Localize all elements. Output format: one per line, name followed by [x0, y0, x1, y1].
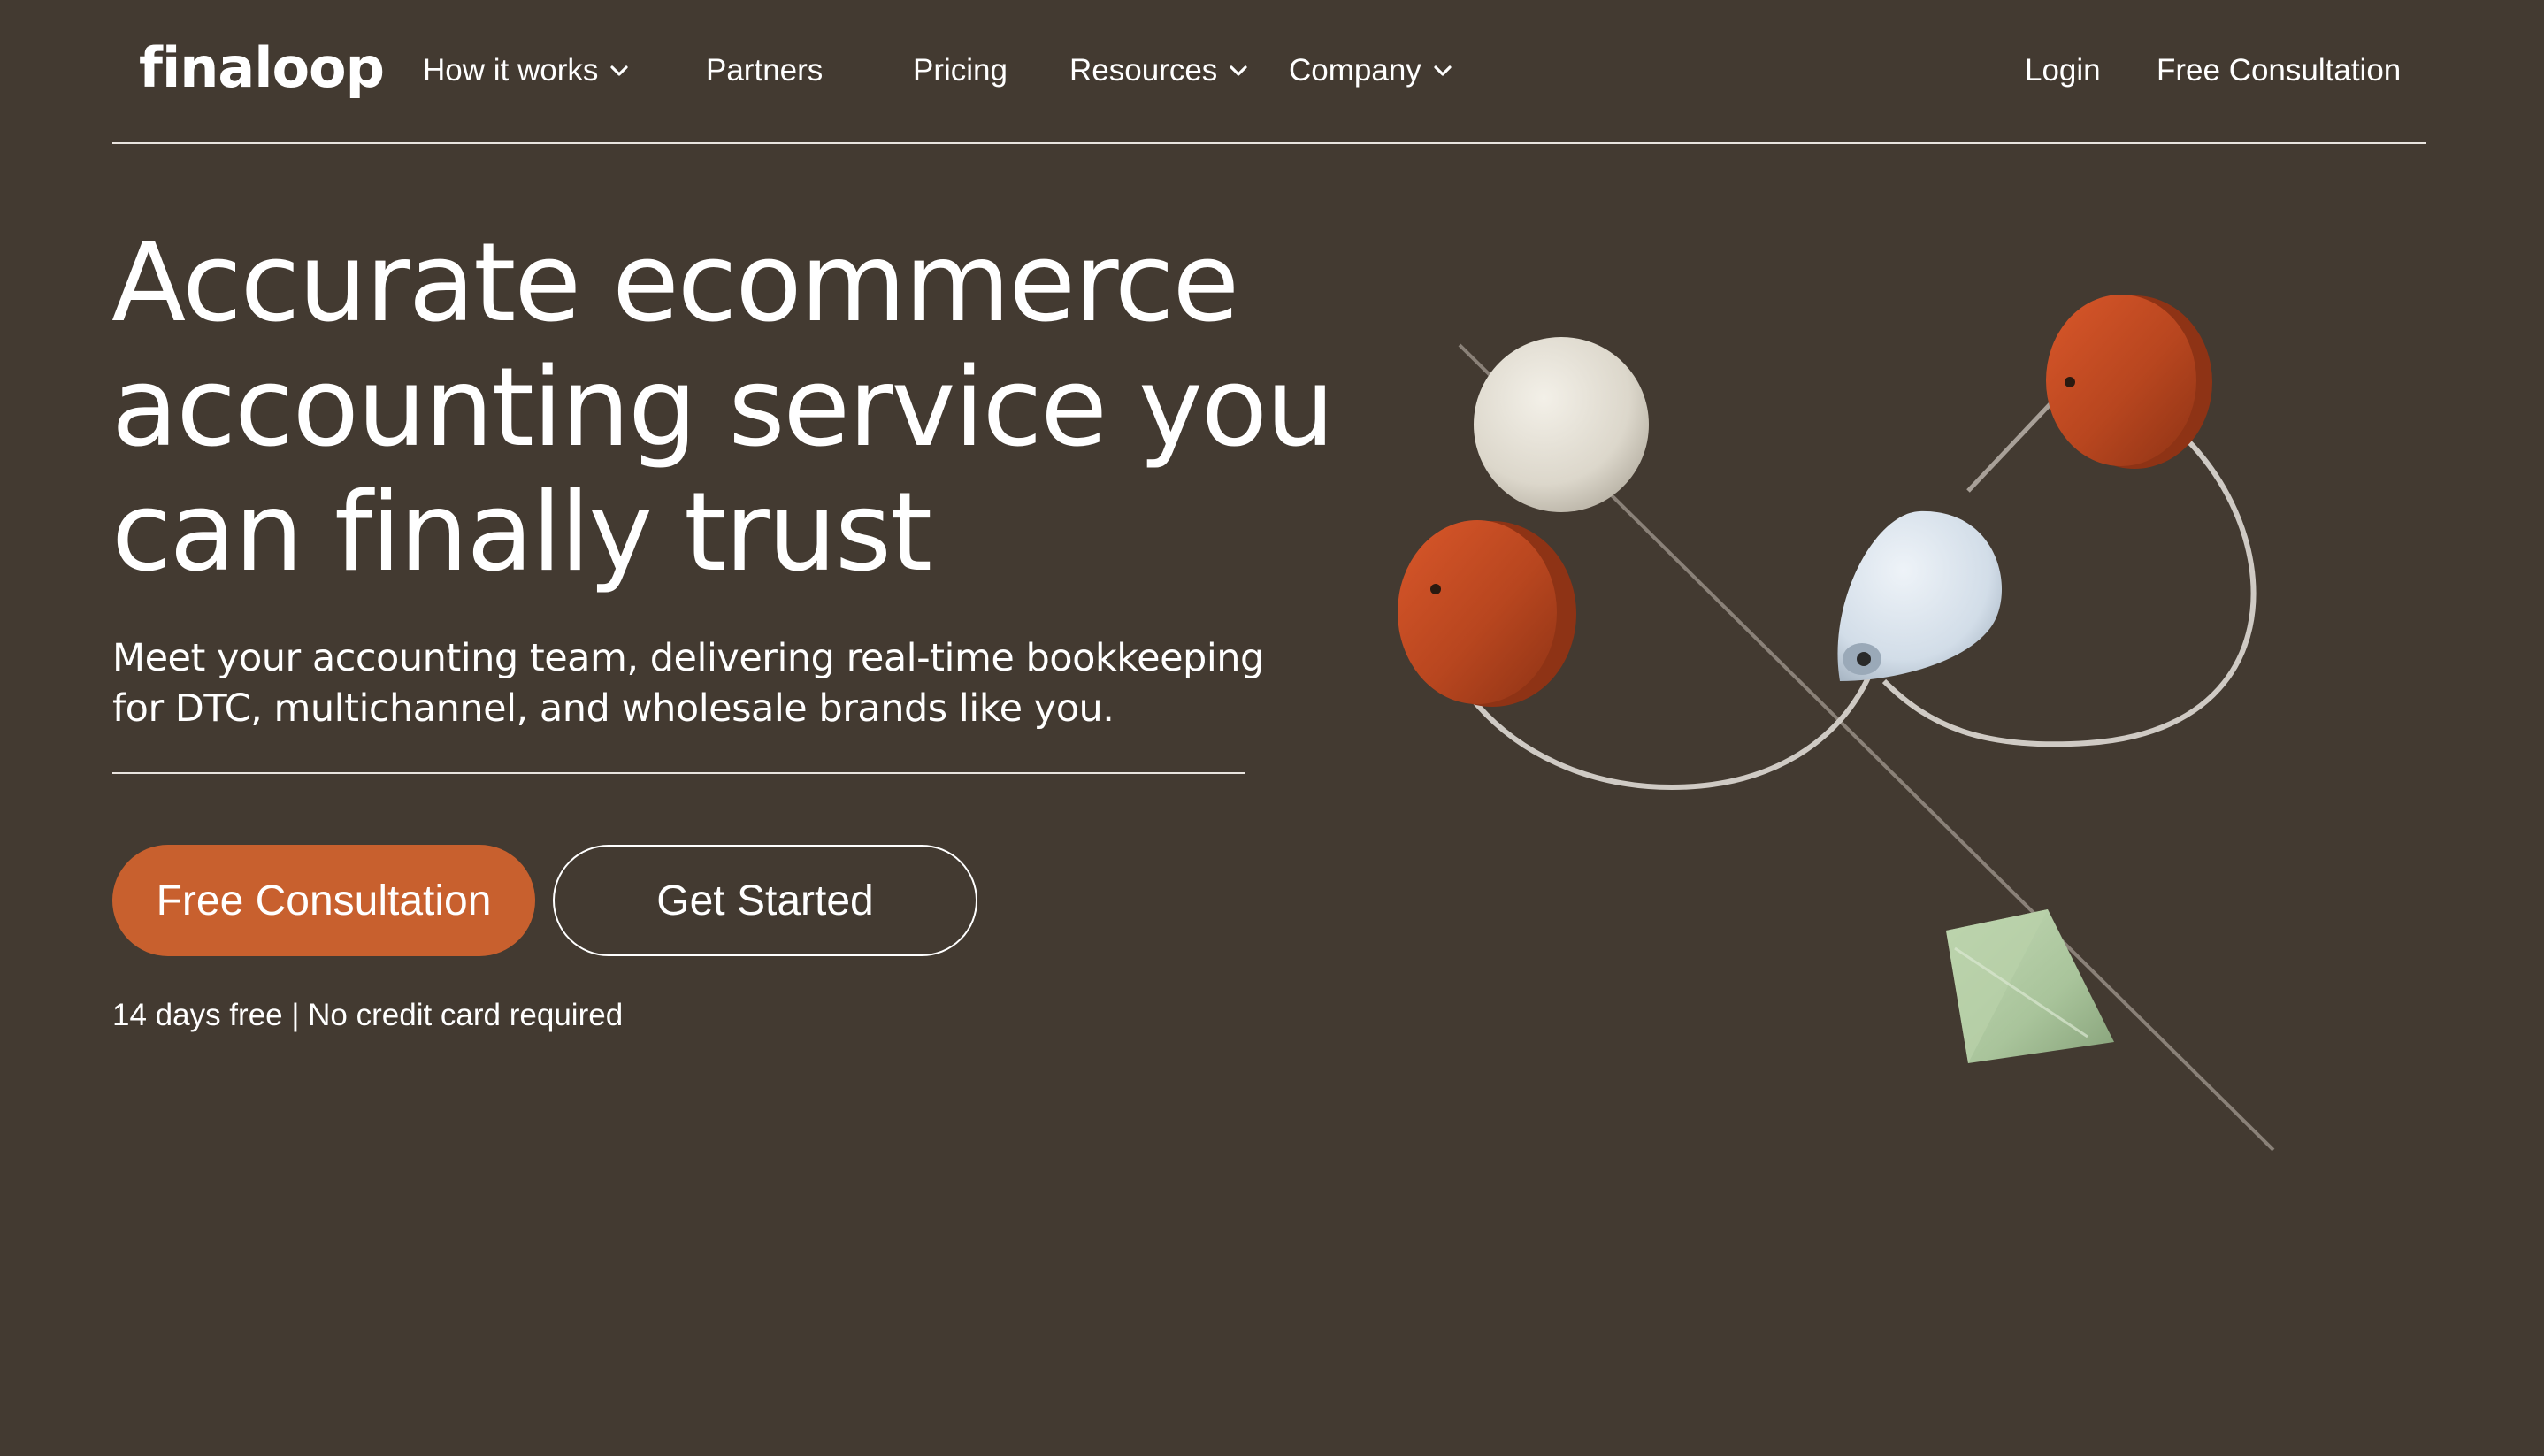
page: finaloop How it works Partners Pricing R…: [0, 0, 2544, 1456]
hero-beads-illustration: [1398, 295, 2275, 1152]
nav-free-consultation-link[interactable]: Free Consultation: [2157, 50, 2401, 92]
get-started-button-label: Get Started: [656, 877, 874, 924]
get-started-button[interactable]: Get Started: [553, 845, 977, 956]
nav-company[interactable]: Company: [1289, 50, 1453, 92]
nav-free-consultation-label: Free Consultation: [2157, 53, 2402, 88]
hero-title-line: Accurate ecommerce: [111, 220, 1239, 347]
free-consultation-button[interactable]: Free Consultation: [112, 845, 535, 956]
nav-company-label: Company: [1289, 53, 1421, 88]
blue-cone-bead: [1837, 510, 2003, 681]
hero-subtitle: Meet your accounting team, delivering re…: [112, 633, 1280, 734]
nav-resources[interactable]: Resources: [1069, 50, 1249, 92]
login-link[interactable]: Login: [2025, 50, 2101, 92]
hero-title-line: can finally trust: [111, 470, 932, 596]
nav-pricing-label: Pricing: [913, 53, 1008, 88]
nav-resources-label: Resources: [1069, 53, 1218, 88]
chevron-down-icon: [1228, 60, 1249, 81]
nav-partners-label: Partners: [706, 53, 824, 88]
hero-subtitle-line: Meet your accounting team, delivering re…: [112, 636, 1264, 680]
chevron-down-icon: [1432, 60, 1453, 81]
hero-title: Accurate ecommerce accounting service yo…: [111, 221, 1368, 595]
login-label: Login: [2025, 53, 2101, 88]
logo-text: finaloop: [139, 34, 385, 100]
chevron-down-icon: [609, 60, 630, 81]
green-diamond-bead: [1946, 909, 2114, 1063]
top-navigation: finaloop How it works Partners Pricing R…: [112, 0, 2426, 144]
hero-subtitle-line: for DTC, multichannel, and wholesale bra…: [112, 686, 1115, 731]
nav-pricing[interactable]: Pricing: [913, 50, 1008, 92]
free-consultation-button-label: Free Consultation: [156, 877, 492, 924]
hero-title-line: accounting service you: [111, 345, 1335, 471]
finaloop-logo[interactable]: finaloop: [139, 32, 385, 103]
nav-partners[interactable]: Partners: [706, 50, 823, 92]
nav-how-it-works[interactable]: How it works: [423, 50, 630, 92]
white-sphere-bead: [1474, 337, 1649, 512]
trial-note: 14 days free | No credit card required: [112, 998, 624, 1032]
nav-how-it-works-label: How it works: [423, 53, 599, 88]
hero-divider: [112, 772, 1245, 774]
red-bead-right: [2046, 295, 2212, 469]
red-bead-left: [1398, 520, 1576, 707]
